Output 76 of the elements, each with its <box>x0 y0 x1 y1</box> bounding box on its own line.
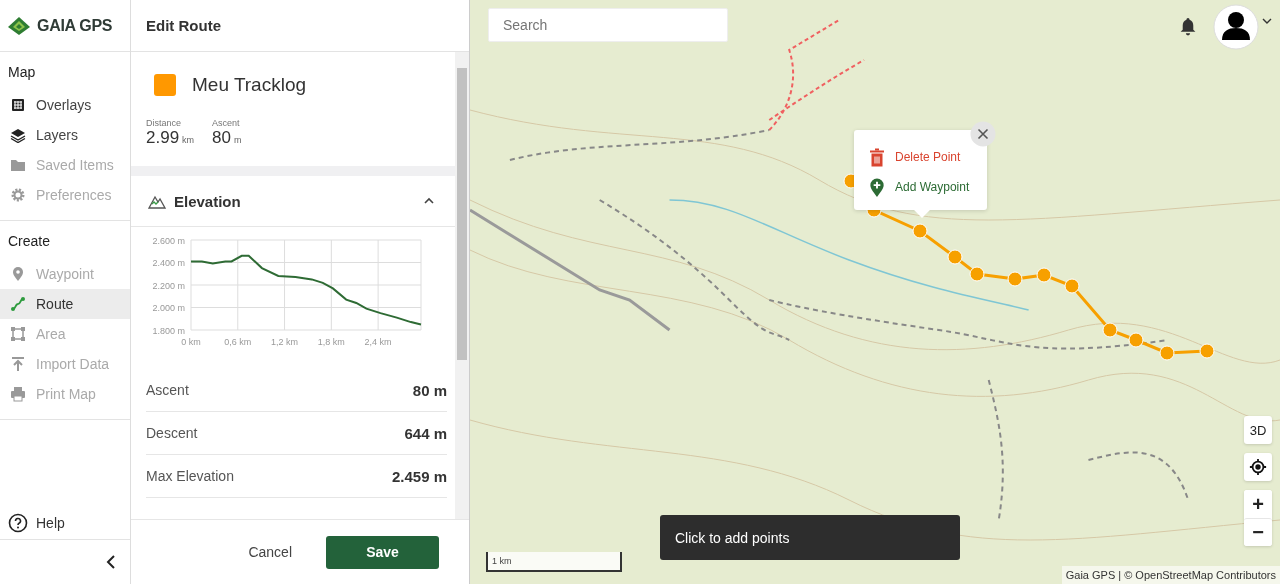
y-tick-label: 2.600 m <box>152 235 185 246</box>
dropdown-caret-icon[interactable] <box>1262 18 1272 24</box>
save-button[interactable]: Save <box>326 535 439 569</box>
print-icon <box>10 386 26 402</box>
crosshair-icon <box>1249 458 1267 476</box>
route-name[interactable]: Meu Tracklog <box>192 74 307 96</box>
stat-value: 80 <box>212 128 231 148</box>
x-tick-label: 1,2 km <box>271 337 299 347</box>
map-attribution[interactable]: Gaia GPS | © OpenStreetMap Contributors <box>1061 566 1280 584</box>
section-heading: Map <box>7 63 37 82</box>
pin-icon <box>10 266 26 282</box>
search-field[interactable]: Search <box>488 8 728 42</box>
overlays-icon <box>10 97 26 113</box>
scale-bar: 1 km <box>486 552 622 572</box>
stat-unit: km <box>182 135 195 145</box>
x-tick-label: 2,4 km <box>364 337 392 347</box>
stat-label: Max Elevation <box>146 468 234 484</box>
stat-value: 2.459 m <box>391 467 447 485</box>
help-icon <box>8 513 28 533</box>
3d-toggle-button[interactable]: 3D <box>1244 416 1272 444</box>
import-icon <box>10 356 26 372</box>
close-icon[interactable] <box>970 121 996 147</box>
nav-item[interactable]: Overlays <box>0 90 130 120</box>
route-point[interactable] <box>1064 278 1080 294</box>
gear-icon <box>10 187 26 203</box>
stat-value: 80 m <box>412 381 447 399</box>
y-tick-label: 1.800 m <box>152 325 185 336</box>
scrollbar[interactable] <box>455 52 469 519</box>
brand-name: GAIA GPS <box>37 16 113 35</box>
trash-icon <box>869 147 885 167</box>
elevation-heading: Elevation <box>174 192 242 210</box>
y-tick-label: 2.000 m <box>152 303 185 313</box>
stat-label: Ascent <box>146 382 189 398</box>
popup-menu-item[interactable]: Add Waypoint <box>869 172 987 202</box>
route-point[interactable] <box>1199 343 1215 359</box>
avatar-icon[interactable] <box>1213 4 1259 50</box>
stat-unit: m <box>234 135 242 145</box>
popup-menu-item[interactable]: Delete Point <box>869 142 987 172</box>
nav-item[interactable]: Route <box>0 289 130 319</box>
zoom-in-button[interactable]: + <box>1244 490 1272 518</box>
route-point[interactable] <box>912 223 928 239</box>
cancel-button[interactable]: Cancel <box>244 538 296 566</box>
panel-title: Edit Route <box>131 0 469 52</box>
x-tick-label: 0 km <box>181 337 201 347</box>
y-tick-label: 2.200 m <box>152 280 185 291</box>
logo-icon <box>7 15 31 36</box>
section-heading: Create <box>7 232 52 251</box>
route-point[interactable] <box>969 266 985 282</box>
stat-value: 644 m <box>404 424 447 442</box>
nav-item[interactable]: Layers <box>0 120 130 150</box>
stat-value: 2.99 <box>146 128 180 148</box>
layers-icon <box>10 127 26 143</box>
x-tick-label: 0,6 km <box>224 337 252 347</box>
stat-label: Distance <box>146 118 182 128</box>
notification-bell-icon[interactable] <box>1179 17 1197 36</box>
route-point[interactable] <box>1128 332 1144 348</box>
zoom-out-button[interactable]: − <box>1244 518 1272 546</box>
stat-label: Ascent <box>212 118 241 128</box>
route-icon <box>10 296 26 312</box>
x-tick-label: 1,8 km <box>317 337 345 347</box>
help-link[interactable]: Help <box>0 507 130 540</box>
collapse-caret-icon[interactable] <box>423 197 435 205</box>
route-point[interactable] <box>1007 271 1023 287</box>
route-point[interactable] <box>1102 322 1118 338</box>
folder-icon <box>10 157 26 173</box>
toast-message: Click to add points <box>660 515 960 560</box>
collapse-chevron-icon[interactable] <box>106 554 116 570</box>
area-icon <box>10 326 26 342</box>
y-tick-label: 2.400 m <box>152 258 185 268</box>
route-color-swatch[interactable] <box>154 74 176 96</box>
route-point[interactable] <box>947 249 963 265</box>
route-point[interactable] <box>1159 345 1175 361</box>
route-point[interactable] <box>1036 267 1052 283</box>
stat-label: Descent <box>146 425 198 441</box>
locate-button[interactable] <box>1244 453 1272 481</box>
add-pin-icon <box>869 177 885 197</box>
